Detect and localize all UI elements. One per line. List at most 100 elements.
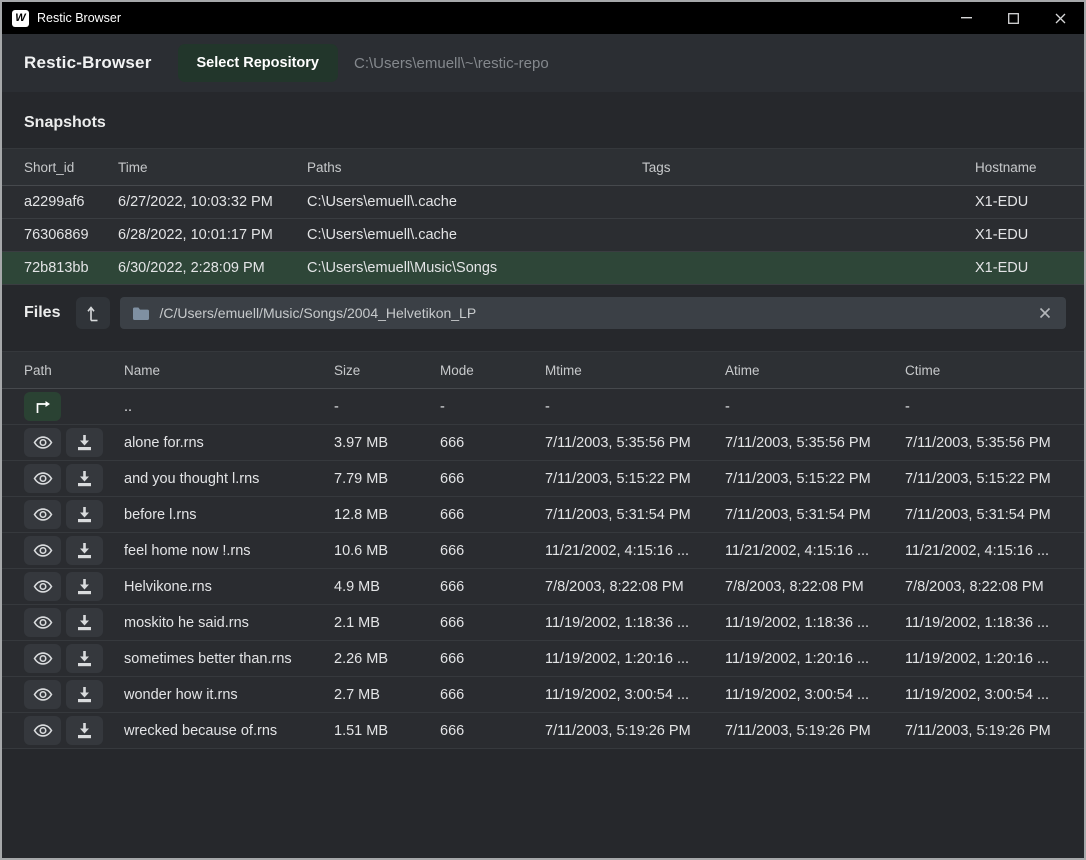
snapshot-row[interactable]: 763068696/28/2022, 10:01:17 PMC:\Users\e… (2, 219, 1084, 252)
column-header-ctime[interactable]: Ctime (905, 363, 1062, 378)
select-repository-button[interactable]: Select Repository (178, 44, 339, 82)
file-actions (24, 608, 124, 637)
file-ctime: 11/21/2002, 4:15:16 ... (905, 543, 1062, 559)
download-file-button[interactable] (66, 500, 103, 529)
file-row[interactable]: before l.rns12.8 MB6667/11/2003, 5:31:54… (2, 497, 1084, 533)
clear-path-button[interactable] (1037, 305, 1053, 321)
file-name: before l.rns (124, 507, 334, 523)
download-file-button[interactable] (66, 428, 103, 457)
column-header-size[interactable]: Size (334, 363, 440, 378)
column-header-time[interactable]: Time (118, 160, 307, 175)
file-mtime: 7/11/2003, 5:19:26 PM (545, 723, 725, 739)
view-file-button[interactable] (24, 536, 61, 565)
column-header-mtime[interactable]: Mtime (545, 363, 725, 378)
file-mtime: 7/11/2003, 5:31:54 PM (545, 507, 725, 523)
file-row[interactable]: wonder how it.rns2.7 MB66611/19/2002, 3:… (2, 677, 1084, 713)
download-file-button[interactable] (66, 644, 103, 673)
snapshot-row[interactable]: 72b813bb6/30/2022, 2:28:09 PMC:\Users\em… (2, 252, 1084, 285)
download-icon (77, 435, 92, 451)
file-mode: 666 (440, 579, 545, 595)
view-file-button[interactable] (24, 500, 61, 529)
file-actions (24, 572, 124, 601)
file-mode: 666 (440, 435, 545, 451)
file-row[interactable]: Helvikone.rns4.9 MB6667/8/2003, 8:22:08 … (2, 569, 1084, 605)
close-button[interactable] (1037, 2, 1084, 34)
column-header-name[interactable]: Name (124, 363, 334, 378)
file-ctime: 11/19/2002, 1:18:36 ... (905, 615, 1062, 631)
file-size: 2.1 MB (334, 615, 440, 631)
minimize-icon (961, 17, 972, 19)
file-row[interactable]: and you thought l.rns7.79 MB6667/11/2003… (2, 461, 1084, 497)
column-header-mode[interactable]: Mode (440, 363, 545, 378)
snapshot-short-id: 76306869 (24, 227, 118, 243)
download-file-button[interactable] (66, 680, 103, 709)
window-title: Restic Browser (37, 11, 121, 25)
column-header-path[interactable]: Path (24, 363, 124, 378)
view-file-button[interactable] (24, 716, 61, 745)
file-mode: 666 (440, 471, 545, 487)
file-atime: 7/8/2003, 8:22:08 PM (725, 579, 905, 595)
file-mtime: 7/8/2003, 8:22:08 PM (545, 579, 725, 595)
parent-directory-button[interactable] (24, 392, 61, 421)
file-name: .. (124, 399, 334, 415)
file-actions (24, 644, 124, 673)
file-row[interactable]: moskito he said.rns2.1 MB66611/19/2002, … (2, 605, 1084, 641)
snapshot-time: 6/27/2022, 10:03:32 PM (118, 194, 307, 210)
download-file-button[interactable] (66, 608, 103, 637)
file-row[interactable]: wrecked because of.rns1.51 MB6667/11/200… (2, 713, 1084, 749)
minimize-button[interactable] (943, 2, 990, 34)
view-file-button[interactable] (24, 680, 61, 709)
file-size: 3.97 MB (334, 435, 440, 451)
clear-path-x-icon (1039, 307, 1051, 319)
column-header-short-id[interactable]: Short_id (24, 160, 118, 175)
snapshot-hostname: X1-EDU (975, 194, 1062, 210)
file-row[interactable]: feel home now !.rns10.6 MB66611/21/2002,… (2, 533, 1084, 569)
files-root-button[interactable] (76, 297, 110, 329)
file-size: - (334, 399, 440, 415)
file-atime: 7/11/2003, 5:19:26 PM (725, 723, 905, 739)
view-file-button[interactable] (24, 608, 61, 637)
snapshots-section-header: Snapshots (2, 92, 1084, 148)
file-ctime: 11/19/2002, 3:00:54 ... (905, 687, 1062, 703)
column-header-tags[interactable]: Tags (642, 160, 975, 175)
file-mode: 666 (440, 543, 545, 559)
arrow-up-then-right-icon (34, 400, 51, 414)
eye-icon (33, 687, 53, 702)
column-header-hostname[interactable]: Hostname (975, 160, 1062, 175)
file-atime: 11/19/2002, 1:18:36 ... (725, 615, 905, 631)
file-row[interactable]: alone for.rns3.97 MB6667/11/2003, 5:35:5… (2, 425, 1084, 461)
snapshot-time: 6/28/2022, 10:01:17 PM (118, 227, 307, 243)
download-file-button[interactable] (66, 536, 103, 565)
download-file-button[interactable] (66, 464, 103, 493)
file-name: wonder how it.rns (124, 687, 334, 703)
file-size: 12.8 MB (334, 507, 440, 523)
view-file-button[interactable] (24, 644, 61, 673)
file-atime: 7/11/2003, 5:35:56 PM (725, 435, 905, 451)
files-title: Files (24, 304, 60, 322)
download-icon (77, 471, 92, 487)
view-file-button[interactable] (24, 428, 61, 457)
column-header-paths[interactable]: Paths (307, 160, 642, 175)
current-path-bar[interactable]: /C/Users/emuell/Music/Songs/2004_Helveti… (120, 297, 1066, 329)
snapshot-short-id: 72b813bb (24, 260, 118, 276)
view-file-button[interactable] (24, 572, 61, 601)
empty-area (2, 749, 1084, 858)
file-actions (24, 464, 124, 493)
view-file-button[interactable] (24, 464, 61, 493)
eye-icon (33, 651, 53, 666)
file-row-parent-dir[interactable]: ..----- (2, 389, 1084, 425)
file-actions (24, 716, 124, 745)
file-mode: 666 (440, 687, 545, 703)
snapshot-row[interactable]: a2299af66/27/2022, 10:03:32 PMC:\Users\e… (2, 186, 1084, 219)
current-path-text: /C/Users/emuell/Music/Songs/2004_Helveti… (159, 305, 1037, 321)
column-header-atime[interactable]: Atime (725, 363, 905, 378)
titlebar: W Restic Browser (2, 2, 1084, 34)
file-row[interactable]: sometimes better than.rns2.26 MB66611/19… (2, 641, 1084, 677)
app-icon: W (12, 10, 29, 27)
file-ctime: 7/11/2003, 5:19:26 PM (905, 723, 1062, 739)
maximize-button[interactable] (990, 2, 1037, 34)
download-file-button[interactable] (66, 572, 103, 601)
file-name: sometimes better than.rns (124, 651, 334, 667)
download-file-button[interactable] (66, 716, 103, 745)
file-mtime: 7/11/2003, 5:15:22 PM (545, 471, 725, 487)
